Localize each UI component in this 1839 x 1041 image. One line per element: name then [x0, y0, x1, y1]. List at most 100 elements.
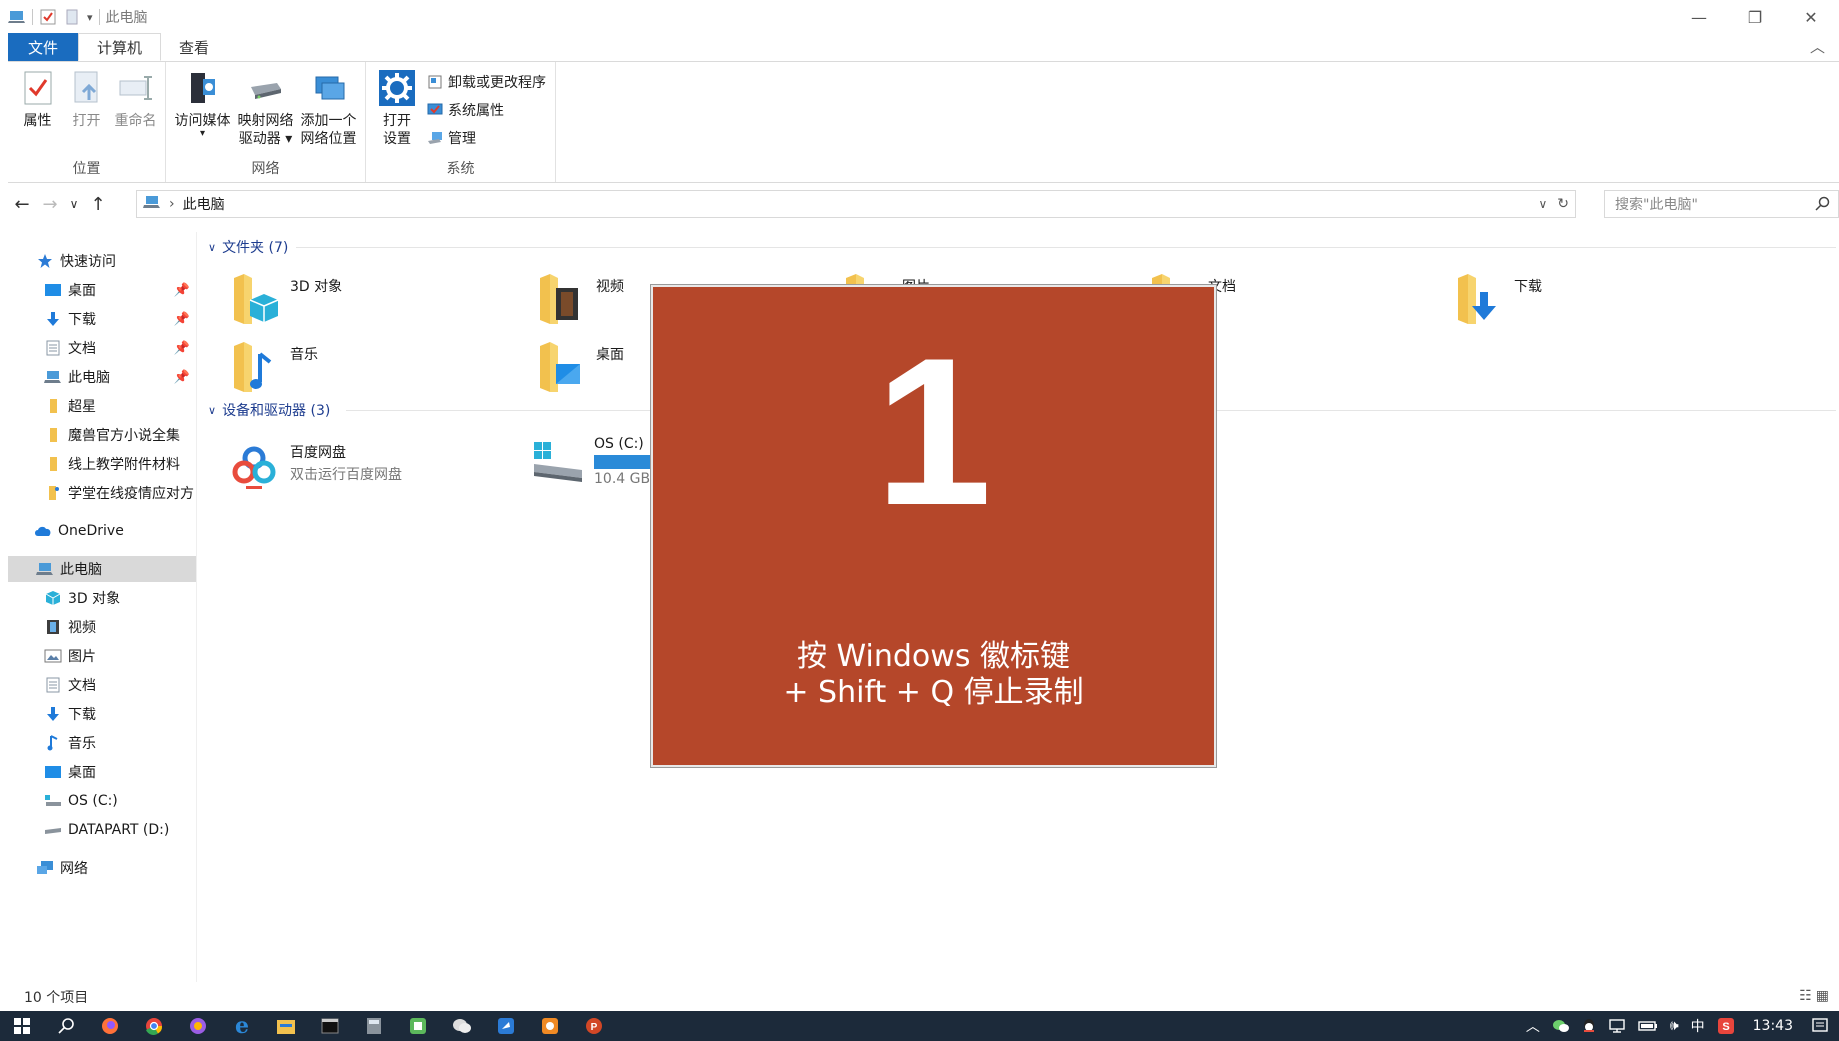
folder-downloads[interactable]: 下载	[1454, 272, 1754, 332]
star-icon	[36, 252, 54, 270]
start-windows-icon[interactable]	[0, 1011, 44, 1041]
details-view-icon[interactable]: ☷	[1799, 988, 1812, 1004]
nav-this-pc[interactable]: 此电脑	[8, 556, 196, 582]
input-method-indicator[interactable]: 中	[1691, 1016, 1705, 1036]
nav-pc-3d-objects[interactable]: 3D 对象	[8, 585, 196, 611]
calculator-icon[interactable]	[352, 1011, 396, 1041]
pin-icon[interactable]: 📌	[174, 312, 190, 327]
minimize-button[interactable]: —	[1671, 0, 1727, 34]
nav-item-warcraft-novels[interactable]: 魔兽官方小说全集	[8, 422, 196, 448]
terminal-icon[interactable]	[308, 1011, 352, 1041]
manage-button[interactable]: 管理	[426, 126, 546, 150]
nav-item-downloads[interactable]: 下载 📌	[8, 306, 196, 332]
tab-computer[interactable]: 计算机	[78, 33, 162, 61]
pin-icon[interactable]: 📌	[174, 283, 190, 298]
ribbon-group-network: 访问媒体 ▾ 映射网络 驱动器 ▾ 添加一个 网络位置 网络	[166, 62, 366, 182]
nav-network[interactable]: 网络	[8, 855, 196, 881]
sogou-ime-icon[interactable]: S	[1717, 1017, 1735, 1035]
battery-icon[interactable]	[1638, 1020, 1658, 1032]
wechat-icon[interactable]	[440, 1011, 484, 1041]
uninstall-program-icon	[426, 73, 444, 91]
nav-pc-pictures[interactable]: 图片	[8, 643, 196, 669]
nav-item-xuetang[interactable]: 学堂在线疫情应对方	[8, 480, 196, 506]
baidu-netdisk-icon	[228, 440, 280, 492]
nav-item-documents[interactable]: 文档 📌	[8, 335, 196, 361]
nav-pc-datapart-d[interactable]: DATAPART (D:)	[8, 817, 196, 843]
nav-pc-music[interactable]: 音乐	[8, 730, 196, 756]
map-network-drive-button[interactable]: 映射网络 驱动器 ▾	[235, 68, 296, 148]
add-network-location-button[interactable]: 添加一个 网络位置	[298, 68, 359, 148]
nav-pc-documents[interactable]: 文档	[8, 672, 196, 698]
app-orange-icon[interactable]	[528, 1011, 572, 1041]
properties-button[interactable]: 属性	[14, 68, 61, 130]
browser-icon[interactable]	[176, 1011, 220, 1041]
nav-item-online-teaching[interactable]: 线上教学附件材料	[8, 451, 196, 477]
properties-icon[interactable]	[39, 8, 57, 26]
feishu-icon[interactable]	[484, 1011, 528, 1041]
nav-pc-videos[interactable]: 视频	[8, 614, 196, 640]
device-baidu-netdisk[interactable]: 百度网盘 双击运行百度网盘	[226, 438, 526, 498]
ribbon-collapse-icon[interactable]: ︿	[1810, 36, 1825, 57]
desktop-icon	[44, 281, 62, 299]
nav-onedrive[interactable]: OneDrive	[8, 518, 196, 544]
nav-pc-os-c[interactable]: OS (C:)	[8, 788, 196, 814]
tab-file[interactable]: 文件	[8, 33, 79, 61]
wechat-tray-icon[interactable]	[1552, 1018, 1570, 1034]
recent-locations-chevron-icon[interactable]: ∨	[64, 197, 84, 211]
up-arrow-icon[interactable]: ↑	[84, 194, 112, 215]
folder-icon	[44, 455, 62, 473]
customize-qat-chevron-icon[interactable]: ▾	[87, 11, 93, 24]
media-server-icon	[183, 68, 223, 108]
overlay-message-line2: + Shift + Q 停止录制	[783, 675, 1084, 710]
nav-pc-desktop[interactable]: 桌面	[8, 759, 196, 785]
volume-icon[interactable]: 🕪	[1670, 1018, 1679, 1034]
back-arrow-icon[interactable]: ←	[8, 194, 36, 215]
countdown-number: 1	[875, 314, 992, 549]
uninstall-program-button[interactable]: 卸载或更改程序	[426, 70, 546, 94]
search-input[interactable]: 搜索"此电脑"	[1604, 190, 1839, 218]
powerpoint-icon[interactable]: P	[572, 1011, 616, 1041]
firefox-icon[interactable]	[88, 1011, 132, 1041]
navigation-pane: 快速访问 桌面 📌 下载 📌 文档 📌 此电脑 📌 超星 魔兽官方小说全集 线上…	[8, 240, 196, 980]
action-center-icon[interactable]	[1811, 1018, 1829, 1034]
pin-icon[interactable]: 📌	[174, 370, 190, 385]
nav-item-desktop[interactable]: 桌面 📌	[8, 277, 196, 303]
folder-music[interactable]: 音乐	[230, 340, 530, 400]
music-note-icon	[44, 734, 62, 752]
folder-3d-objects[interactable]: 3D 对象	[230, 272, 530, 332]
access-media-button[interactable]: 访问媒体 ▾	[172, 68, 233, 148]
breadcrumb-separator-icon: ›	[169, 196, 175, 212]
nav-item-this-pc-pinned[interactable]: 此电脑 📌	[8, 364, 196, 390]
nav-pc-downloads[interactable]: 下载	[8, 701, 196, 727]
add-network-location-icon	[309, 68, 349, 108]
large-icons-view-icon[interactable]: ▦	[1816, 988, 1829, 1004]
address-history-chevron-icon[interactable]: ∨	[1538, 197, 1547, 211]
new-folder-icon[interactable]	[63, 8, 81, 26]
rename-button[interactable]: 重命名	[112, 68, 159, 130]
folder-icon	[44, 397, 62, 415]
app-green-icon[interactable]	[396, 1011, 440, 1041]
address-bar[interactable]: › 此电脑 ∨ ↻	[136, 190, 1576, 218]
nav-quick-access[interactable]: 快速访问	[8, 248, 196, 274]
network-tray-icon[interactable]	[1608, 1018, 1626, 1034]
refresh-icon[interactable]: ↻	[1557, 196, 1569, 212]
pin-icon[interactable]: 📌	[174, 341, 190, 356]
this-pc-icon	[8, 8, 26, 26]
open-button[interactable]: 打开	[63, 68, 110, 130]
breadcrumb-this-pc[interactable]: 此电脑	[183, 194, 225, 214]
system-properties-button[interactable]: 系统属性	[426, 98, 546, 122]
section-header-folders[interactable]: ∨ 文件夹 (7)	[208, 235, 288, 259]
nav-item-chaoxing[interactable]: 超星	[8, 393, 196, 419]
section-header-devices[interactable]: ∨ 设备和驱动器 (3)	[208, 398, 330, 422]
file-explorer-icon[interactable]	[264, 1011, 308, 1041]
restore-button[interactable]: ❐	[1727, 0, 1783, 34]
close-button[interactable]: ✕	[1783, 0, 1839, 34]
qq-tray-icon[interactable]	[1582, 1018, 1596, 1034]
edge-icon[interactable]: e	[220, 1011, 264, 1041]
forward-arrow-icon[interactable]: →	[36, 194, 64, 215]
chrome-icon[interactable]	[132, 1011, 176, 1041]
clock[interactable]: 13:43	[1753, 1018, 1793, 1034]
search-icon[interactable]	[44, 1011, 88, 1041]
tab-view[interactable]: 查看	[161, 33, 227, 61]
show-hidden-icons-chevron-icon[interactable]: ︿	[1526, 1016, 1540, 1036]
